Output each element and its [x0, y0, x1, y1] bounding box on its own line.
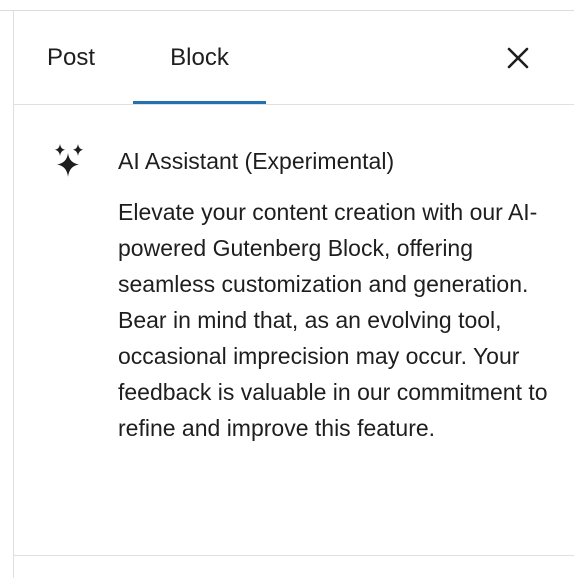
block-title: AI Assistant (Experimental) [118, 148, 395, 174]
tab-post-label: Post [47, 43, 96, 71]
tab-block-label: Block [170, 43, 229, 71]
tab-post[interactable]: Post [27, 11, 147, 104]
block-description: Elevate your content creation with our A… [118, 199, 548, 441]
close-icon [507, 47, 529, 69]
tab-block[interactable]: Block [133, 11, 266, 104]
sidebar-tab-bar: Post Block [14, 11, 574, 105]
top-divider [0, 0, 574, 11]
block-card: AI Assistant (Experimental) Elevate your… [14, 105, 574, 556]
sparkles-icon [55, 144, 83, 177]
active-tab-indicator [133, 101, 266, 104]
close-sidebar-button[interactable] [497, 37, 539, 79]
